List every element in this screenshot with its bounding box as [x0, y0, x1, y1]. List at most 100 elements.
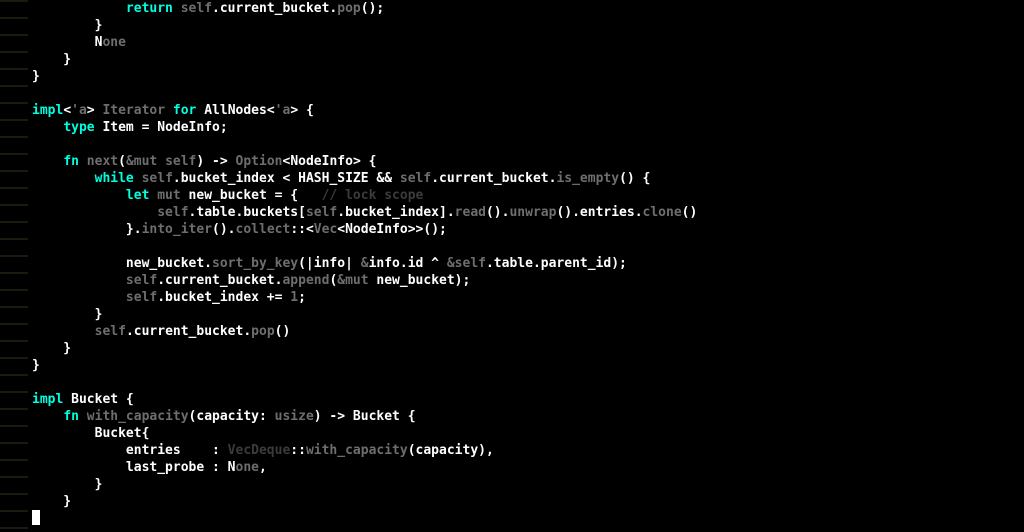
- code-line[interactable]: }: [32, 357, 1024, 374]
- code-line[interactable]: self.table.buckets[self.bucket_index].re…: [32, 204, 1024, 221]
- token: new_bucket = {: [181, 188, 322, 203]
- token: ,: [259, 460, 267, 475]
- token: return: [126, 1, 173, 16]
- code-line[interactable]: }: [32, 51, 1024, 68]
- code-line[interactable]: type Item = NodeInfo;: [32, 119, 1024, 136]
- token: (capacity),: [408, 443, 494, 458]
- token: new_bucket.: [32, 256, 212, 271]
- code-line[interactable]: Bucket{: [32, 425, 1024, 442]
- token: sort_by_key: [212, 256, 298, 271]
- code-line[interactable]: return self.current_bucket.pop();: [32, 0, 1024, 17]
- line-number-gutter: [0, 0, 28, 532]
- token: new_bucket);: [369, 273, 471, 288]
- code-line[interactable]: while self.bucket_index < HASH_SIZE && s…: [32, 170, 1024, 187]
- token: [134, 171, 142, 186]
- token: ) ->: [196, 154, 235, 169]
- code-line[interactable]: new_bucket.sort_by_key(|info| &info.id ^…: [32, 255, 1024, 272]
- code-line[interactable]: [32, 85, 1024, 102]
- token: ::<: [290, 222, 313, 237]
- token: (): [682, 205, 698, 220]
- token: .current_bucket.: [431, 171, 556, 186]
- code-editor[interactable]: return self.current_bucket.pop(); } None…: [0, 0, 1024, 532]
- code-content[interactable]: return self.current_bucket.pop(); } None…: [32, 0, 1024, 532]
- token: self: [126, 273, 157, 288]
- token: 'a: [71, 103, 87, 118]
- token: self: [400, 171, 431, 186]
- token: [32, 188, 126, 203]
- token: Item = NodeInfo;: [95, 120, 228, 135]
- code-line[interactable]: None: [32, 34, 1024, 51]
- code-line[interactable]: }: [32, 476, 1024, 493]
- cursor-line[interactable]: [32, 510, 1024, 528]
- token: <: [63, 103, 71, 118]
- code-line[interactable]: }: [32, 17, 1024, 34]
- code-line[interactable]: [32, 238, 1024, 255]
- token: [173, 1, 181, 16]
- token: VecDeque: [228, 443, 291, 458]
- token: .current_bucket.: [212, 1, 337, 16]
- token: for: [173, 103, 196, 118]
- token: fn: [63, 154, 79, 169]
- token: fn: [63, 409, 79, 424]
- token: <NodeInfo>>();: [337, 222, 447, 237]
- token: ().: [486, 205, 509, 220]
- token: let: [126, 188, 149, 203]
- token: }: [32, 477, 102, 492]
- code-line[interactable]: fn with_capacity(capacity: usize) -> Buc…: [32, 408, 1024, 425]
- token: [32, 1, 126, 16]
- token: info.id ^: [369, 256, 447, 271]
- token: mut: [157, 188, 180, 203]
- token: clone: [643, 205, 682, 220]
- code-line[interactable]: }: [32, 493, 1024, 510]
- token: .bucket_index +=: [157, 290, 290, 305]
- token: read: [455, 205, 486, 220]
- text-cursor: [32, 510, 40, 525]
- token: }: [32, 307, 102, 322]
- token: [165, 103, 173, 118]
- code-line[interactable]: impl<'a> Iterator for AllNodes<'a> {: [32, 102, 1024, 119]
- token: <NodeInfo> {: [283, 154, 377, 169]
- code-line[interactable]: [32, 136, 1024, 153]
- code-line[interactable]: }: [32, 68, 1024, 85]
- code-line[interactable]: let mut new_bucket = { // lock scope: [32, 187, 1024, 204]
- token: (): [275, 324, 291, 339]
- token: &mut: [337, 273, 368, 288]
- code-line[interactable]: impl Bucket {: [32, 391, 1024, 408]
- code-line[interactable]: self.bucket_index += 1;: [32, 289, 1024, 306]
- token: }: [32, 52, 71, 67]
- code-line[interactable]: }: [32, 340, 1024, 357]
- token: usize: [275, 409, 314, 424]
- token: ::: [290, 443, 306, 458]
- token: entries :: [32, 443, 228, 458]
- token: .bucket_index].: [337, 205, 454, 220]
- token: ;: [298, 290, 306, 305]
- token: self: [306, 205, 337, 220]
- token: > {: [290, 103, 313, 118]
- token: ();: [361, 1, 384, 16]
- token: ) -> Bucket {: [314, 409, 416, 424]
- code-line[interactable]: last_probe : None,: [32, 459, 1024, 476]
- token: impl: [32, 103, 63, 118]
- token: // lock scope: [322, 188, 424, 203]
- token: AllNodes<: [196, 103, 274, 118]
- code-line[interactable]: fn next(&mut self) -> Option<NodeInfo> {: [32, 153, 1024, 170]
- code-line[interactable]: }: [32, 306, 1024, 323]
- token: with_capacity: [306, 443, 408, 458]
- token: into_iter: [142, 222, 212, 237]
- code-line[interactable]: [32, 374, 1024, 391]
- token: &: [361, 256, 369, 271]
- token: [32, 205, 157, 220]
- token: () {: [619, 171, 650, 186]
- token: self: [181, 1, 212, 16]
- token: impl: [32, 392, 63, 407]
- code-line[interactable]: self.current_bucket.append(&mut new_buck…: [32, 272, 1024, 289]
- code-line[interactable]: }.into_iter().collect::<Vec<NodeInfo>>()…: [32, 221, 1024, 238]
- code-line[interactable]: entries : VecDeque::with_capacity(capaci…: [32, 442, 1024, 459]
- token: [32, 171, 95, 186]
- token: [32, 154, 63, 169]
- token: self: [157, 205, 188, 220]
- token: ().: [212, 222, 235, 237]
- token: [79, 154, 87, 169]
- code-line[interactable]: self.current_bucket.pop(): [32, 323, 1024, 340]
- token: Vec: [314, 222, 337, 237]
